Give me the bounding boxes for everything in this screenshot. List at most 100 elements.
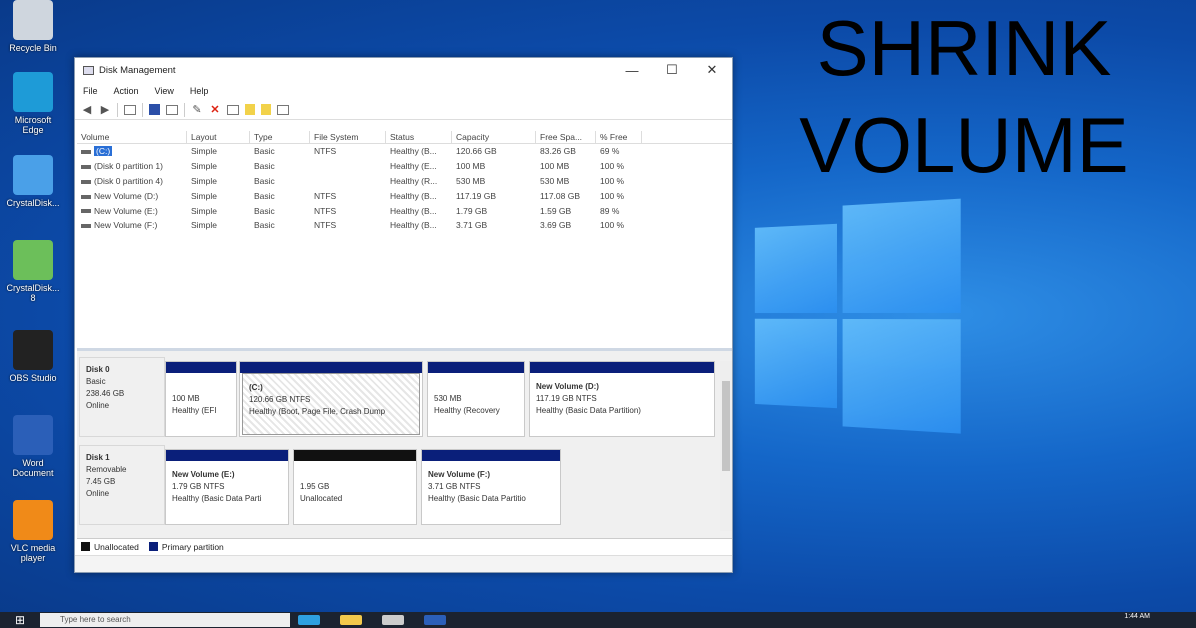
status-bar bbox=[75, 555, 732, 572]
legend-swatch bbox=[81, 542, 90, 551]
partition-size: 530 MB bbox=[434, 394, 462, 403]
partition-title bbox=[300, 469, 416, 481]
disk-name: Disk 0 bbox=[86, 365, 110, 374]
taskbar-store-icon[interactable] bbox=[382, 615, 404, 625]
taskbar-edge-icon[interactable] bbox=[298, 615, 320, 625]
list-view-icon[interactable] bbox=[124, 104, 136, 115]
col-type[interactable]: Type bbox=[250, 131, 310, 143]
taskbar-explorer-icon[interactable] bbox=[340, 615, 362, 625]
disk-map-scrollbar[interactable] bbox=[720, 361, 732, 531]
connect-icon[interactable]: ✎ bbox=[191, 104, 203, 116]
col-status[interactable]: Status bbox=[386, 131, 452, 143]
partition-block[interactable]: New Volume (D:) 117.19 GB NTFS Healthy (… bbox=[529, 361, 715, 437]
windows-logo-wallpaper bbox=[754, 198, 963, 434]
partition-size: 117.19 GB NTFS bbox=[536, 394, 597, 403]
taskbar-word-icon[interactable] bbox=[424, 615, 446, 625]
desktop-icon[interactable]: Recycle Bin bbox=[4, 0, 62, 53]
volume-name: New Volume (D:) bbox=[94, 190, 159, 201]
volume-row[interactable]: New Volume (E:) Simple Basic NTFS Health… bbox=[77, 203, 732, 218]
col-free-space[interactable]: Free Spa... bbox=[536, 131, 596, 143]
col-file-system[interactable]: File System bbox=[310, 131, 386, 143]
desktop-icon-label: OBS Studio bbox=[9, 373, 57, 383]
forward-icon[interactable]: ▶ bbox=[99, 104, 111, 116]
partition-status: Healthy (Basic Data Partitio bbox=[428, 494, 526, 503]
volume-fs: NTFS bbox=[314, 205, 337, 216]
properties-icon[interactable] bbox=[149, 104, 160, 115]
col-layout[interactable]: Layout bbox=[187, 131, 250, 143]
drive-icon bbox=[81, 194, 91, 199]
partition-size: 3.71 GB NTFS bbox=[428, 482, 481, 491]
col-percent-free[interactable]: % Free bbox=[596, 131, 642, 143]
new-icon[interactable] bbox=[227, 104, 239, 115]
partition-block[interactable]: New Volume (F:) 3.71 GB NTFS Healthy (Ba… bbox=[421, 449, 561, 525]
minimize-button[interactable]: — bbox=[612, 63, 652, 78]
volume-layout: Simple bbox=[191, 161, 217, 172]
refresh-icon[interactable] bbox=[277, 104, 289, 115]
drive-icon bbox=[81, 150, 91, 155]
partition-status: Healthy (Boot, Page File, Crash Dump bbox=[249, 407, 386, 416]
partition-size: 120.66 GB NTFS bbox=[249, 395, 311, 404]
menu-file[interactable]: File bbox=[83, 86, 98, 96]
partition-block[interactable]: (C:) 120.66 GB NTFS Healthy (Boot, Page … bbox=[239, 361, 423, 437]
window-title: Disk Management bbox=[99, 64, 176, 76]
volume-pct-free: 100 % bbox=[600, 190, 625, 201]
volume-row[interactable]: (Disk 0 partition 4) Simple Basic Health… bbox=[77, 174, 732, 189]
volume-status: Healthy (B... bbox=[390, 220, 437, 231]
close-button[interactable]: ✕ bbox=[692, 62, 732, 78]
volume-capacity: 530 MB bbox=[456, 175, 486, 186]
volume-free: 3.69 GB bbox=[540, 220, 572, 231]
volume-status: Healthy (B... bbox=[390, 146, 437, 157]
desktop-icon[interactable]: VLC media player bbox=[4, 500, 62, 563]
desktop-icon[interactable]: OBS Studio bbox=[4, 330, 62, 383]
partition-block[interactable]: 100 MB Healthy (EFI bbox=[165, 361, 237, 437]
desktop-icon-label: CrystalDisk... bbox=[6, 198, 60, 208]
col-volume[interactable]: Volume bbox=[77, 131, 187, 143]
desktop-icon[interactable]: CrystalDisk... 8 bbox=[4, 240, 62, 303]
volume-row[interactable]: (Disk 0 partition 1) Simple Basic Health… bbox=[77, 159, 732, 174]
volume-type: Basic bbox=[254, 220, 275, 231]
desktop-icon[interactable]: CrystalDisk... bbox=[4, 155, 62, 208]
volume-row[interactable]: New Volume (F:) Simple Basic NTFS Health… bbox=[77, 218, 732, 233]
disk-size: 7.45 GB bbox=[86, 477, 116, 486]
delete-icon[interactable]: ✕ bbox=[209, 104, 221, 116]
legend-label: Unallocated bbox=[94, 541, 139, 552]
open-icon[interactable] bbox=[261, 104, 271, 115]
volume-fs: NTFS bbox=[314, 146, 337, 157]
partition-size: 100 MB bbox=[172, 394, 200, 403]
volume-fs: NTFS bbox=[314, 190, 337, 201]
volume-free: 117.08 GB bbox=[540, 190, 581, 201]
folder-icon[interactable] bbox=[245, 104, 255, 115]
partition-block[interactable]: 1.95 GB Unallocated bbox=[293, 449, 417, 525]
partition-title bbox=[434, 381, 524, 393]
volume-row[interactable]: (C:) Simple Basic NTFS Healthy (B... 120… bbox=[77, 144, 732, 159]
maximize-button[interactable]: ☐ bbox=[652, 62, 692, 78]
disk-info[interactable]: Disk 0 Basic 238.46 GB Online bbox=[79, 357, 165, 437]
volume-layout: Simple bbox=[191, 190, 217, 201]
taskbar-clock[interactable]: 1:44 AM bbox=[1124, 613, 1150, 620]
drive-icon bbox=[81, 164, 91, 169]
volume-row[interactable]: New Volume (D:) Simple Basic NTFS Health… bbox=[77, 188, 732, 203]
disk-info[interactable]: Disk 1 Removable 7.45 GB Online bbox=[79, 445, 165, 525]
crystaldisk-icon bbox=[13, 240, 53, 280]
start-button[interactable]: ⊞ bbox=[0, 612, 40, 628]
partition-block[interactable]: 530 MB Healthy (Recovery bbox=[427, 361, 525, 437]
menu-action[interactable]: Action bbox=[114, 86, 139, 96]
back-icon[interactable]: ◀ bbox=[81, 104, 93, 116]
edge-icon bbox=[13, 72, 53, 112]
title-bar: Disk Management — ☐ ✕ bbox=[75, 58, 732, 82]
volume-free: 530 MB bbox=[540, 175, 570, 186]
partition-status: Healthy (Recovery bbox=[434, 406, 500, 415]
desktop-icon-label: Word Document bbox=[12, 458, 54, 478]
col-capacity[interactable]: Capacity bbox=[452, 131, 536, 143]
settings-icon[interactable] bbox=[166, 104, 178, 115]
volume-capacity: 100 MB bbox=[456, 161, 486, 172]
volume-free: 1.59 GB bbox=[540, 205, 572, 216]
disk-kind: Basic bbox=[86, 377, 106, 386]
desktop-icon[interactable]: Word Document bbox=[4, 415, 62, 478]
word-icon bbox=[13, 415, 53, 455]
menu-view[interactable]: View bbox=[155, 86, 174, 96]
search-input[interactable]: Type here to search bbox=[40, 613, 290, 627]
menu-help[interactable]: Help bbox=[190, 86, 209, 96]
partition-block[interactable]: New Volume (E:) 1.79 GB NTFS Healthy (Ba… bbox=[165, 449, 289, 525]
desktop-icon[interactable]: Microsoft Edge bbox=[4, 72, 62, 135]
